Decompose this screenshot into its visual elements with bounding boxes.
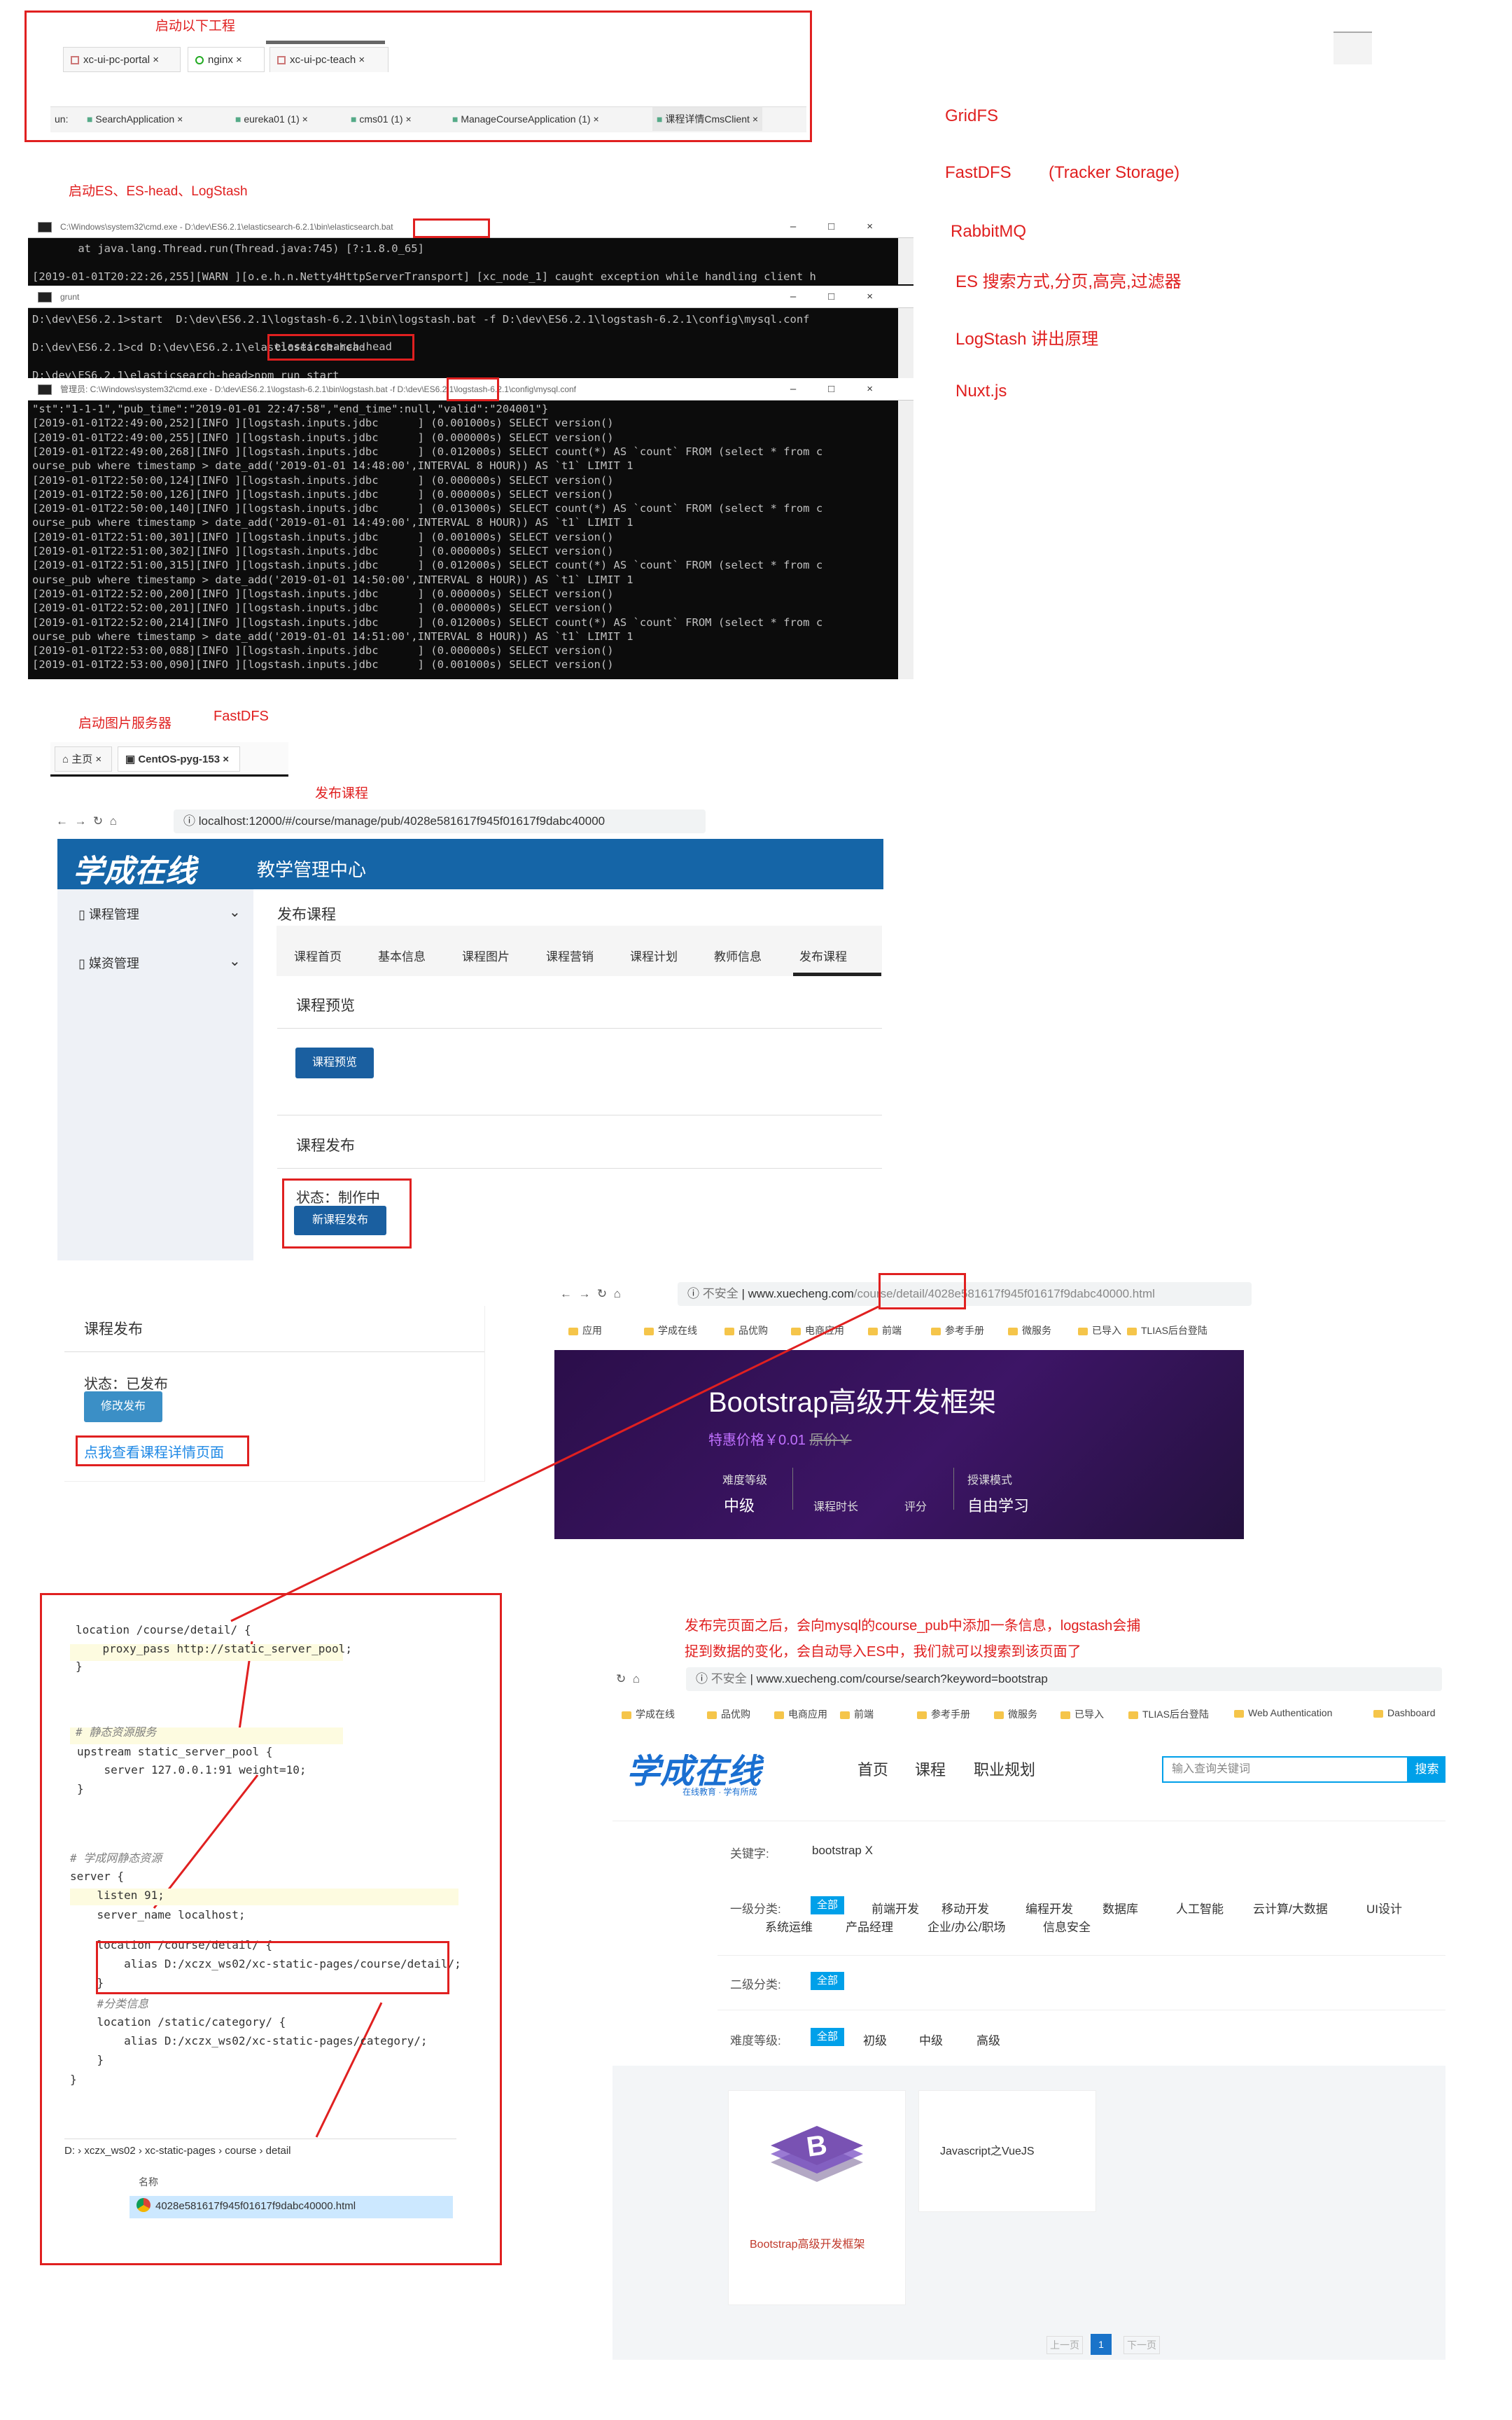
course-card-bootstrap[interactable]: B Bootstrap高级开发框架 bbox=[728, 2090, 906, 2305]
explorer-file-name: 4028e581617f945f01617f9dabc40000.html bbox=[155, 2200, 356, 2212]
cat1-label: 一级分类: bbox=[730, 1903, 781, 1916]
bookmark-item[interactable]: Web Authentication bbox=[1234, 1707, 1332, 1718]
home-icon[interactable]: ⌂ bbox=[633, 1672, 640, 1685]
folder-icon bbox=[707, 1711, 717, 1719]
cat2-all-chip[interactable]: 全部 bbox=[811, 1972, 844, 1990]
level-junior[interactable]: 初级 bbox=[863, 2031, 887, 2048]
folder-icon bbox=[622, 1711, 631, 1719]
folder-icon bbox=[917, 1711, 927, 1719]
bookmark-item[interactable]: 品优购 bbox=[707, 1707, 750, 1721]
note-line-1: 发布完页面之后，会向mysql的course_pub中添加一条信息，logsta… bbox=[685, 1618, 1141, 1634]
nginx-config-box bbox=[40, 1593, 502, 2265]
code-line: } bbox=[76, 1660, 83, 1673]
site-logo-sub: 在线教育 · 学有所成 bbox=[682, 1787, 757, 1797]
level-middle[interactable]: 中级 bbox=[919, 2031, 943, 2048]
cat1-item[interactable]: 云计算/大数据 bbox=[1253, 1899, 1328, 1917]
bootstrap-logo-icon: B bbox=[771, 2126, 863, 2182]
code-line: } bbox=[70, 2073, 77, 2086]
cat1-item[interactable]: 移动开发 bbox=[941, 1899, 989, 1917]
cat1-item[interactable]: UI设计 bbox=[1366, 1899, 1402, 1917]
cat1-all-chip[interactable]: 全部 bbox=[811, 1896, 844, 1914]
search-input[interactable]: 输入查询关键词 bbox=[1162, 1756, 1408, 1783]
bookmark-item[interactable]: Dashboard bbox=[1373, 1707, 1436, 1718]
nav-home[interactable]: 首页 bbox=[858, 1758, 888, 1780]
bookmark-item[interactable]: 电商应用 bbox=[774, 1707, 827, 1721]
bookmark-item[interactable]: 微服务 bbox=[994, 1707, 1037, 1721]
level-senior[interactable]: 高级 bbox=[976, 2031, 1000, 2048]
code-line: alias D:/xczx_ws02/xc-static-pages/categ… bbox=[70, 2034, 428, 2047]
pager-next[interactable]: 下一页 bbox=[1124, 2336, 1160, 2354]
reload-icon[interactable]: ↻ bbox=[616, 1672, 626, 1685]
note-line-2: 捉到数据的变化，会自动导入ES中，我们就可以搜索到该页面了 bbox=[685, 1644, 1082, 1660]
explorer-breadcrumb: D: › xczx_ws02 › xc-static-pages › cours… bbox=[64, 2145, 291, 2157]
cat1-item[interactable]: 系统运维 bbox=[765, 1917, 813, 1935]
keyword-label: 关键字: bbox=[730, 1847, 769, 1861]
folder-icon bbox=[1373, 1709, 1383, 1718]
code-line: location /static/category/ { bbox=[70, 2015, 286, 2029]
explorer-col-name[interactable]: 名称 bbox=[139, 2175, 158, 2189]
static-location-highlight bbox=[96, 1941, 449, 1994]
folder-icon bbox=[994, 1711, 1004, 1719]
code-line: location /course/detail/ { bbox=[76, 1623, 251, 1636]
cat1-item[interactable]: 人工智能 bbox=[1176, 1899, 1224, 1917]
folder-icon bbox=[840, 1711, 850, 1719]
pager-prev[interactable]: 上一页 bbox=[1046, 2336, 1083, 2354]
search-button[interactable]: 搜索 bbox=[1408, 1756, 1446, 1783]
cat1-item[interactable]: 数据库 bbox=[1102, 1899, 1138, 1917]
bookmark-item[interactable]: 前端 bbox=[840, 1707, 874, 1721]
info-icon: ⓘ bbox=[696, 1672, 711, 1685]
search-header: 学成在线 在线教育 · 学有所成 首页 课程 职业规划 输入查询关键词 搜索 bbox=[612, 1730, 1446, 1821]
bookmark-item[interactable]: 参考手册 bbox=[917, 1707, 970, 1721]
folder-icon bbox=[774, 1711, 784, 1719]
cat1-item[interactable]: 前端开发 bbox=[872, 1899, 919, 1917]
browser-nav: ↻ ⌂ bbox=[616, 1667, 640, 1692]
cat1-item[interactable]: 企业/办公/职场 bbox=[927, 1917, 1005, 1935]
keyword-value[interactable]: bootstrap X bbox=[812, 1844, 873, 1858]
code-line: #分类信息 bbox=[70, 1997, 149, 2010]
folder-icon bbox=[1060, 1711, 1070, 1719]
cat1-item[interactable]: 产品经理 bbox=[846, 1917, 893, 1935]
divider bbox=[718, 1955, 1446, 1956]
address-bar[interactable]: ⓘ 不安全 | www.xuecheng.com/course/search?k… bbox=[686, 1667, 1442, 1691]
bookmark-item[interactable]: TLIAS后台登陆 bbox=[1128, 1707, 1209, 1721]
code-line: # 学成网静态资源 bbox=[70, 1851, 162, 1865]
folder-icon bbox=[1234, 1709, 1244, 1718]
cat2-label: 二级分类: bbox=[730, 1978, 781, 1991]
code-line: proxy_pass http://static_server_pool; bbox=[76, 1642, 352, 1655]
code-line: } bbox=[77, 1782, 84, 1795]
svg-text:B: B bbox=[804, 2129, 829, 2163]
bookmark-item[interactable]: 学成在线 bbox=[622, 1707, 675, 1721]
course-card-vuejs[interactable]: Javascript之VueJS bbox=[918, 2090, 1096, 2212]
bookmark-item[interactable]: 已导入 bbox=[1060, 1707, 1104, 1721]
code-line: } bbox=[70, 2053, 104, 2066]
code-line: listen 91; bbox=[70, 1889, 164, 1902]
level-label: 难度等级: bbox=[730, 2034, 781, 2047]
code-line: upstream static_server_pool { bbox=[77, 1745, 273, 1758]
level-all-chip[interactable]: 全部 bbox=[811, 2028, 844, 2046]
course-title[interactable]: Javascript之VueJS bbox=[940, 2141, 1035, 2158]
course-title[interactable]: Bootstrap高级开发框架 bbox=[750, 2234, 865, 2251]
folder-icon bbox=[1128, 1711, 1138, 1719]
cat1-item[interactable]: 编程开发 bbox=[1026, 1899, 1073, 1917]
chrome-icon bbox=[136, 2198, 150, 2212]
code-line: server 127.0.0.1:91 weight=10; bbox=[77, 1763, 307, 1776]
cat1-item[interactable]: 信息安全 bbox=[1043, 1917, 1091, 1935]
nav-course[interactable]: 课程 bbox=[915, 1758, 946, 1780]
code-line: server_name localhost; bbox=[70, 1908, 246, 1921]
code-line: # 静态资源服务 bbox=[76, 1725, 157, 1739]
pager-current[interactable]: 1 bbox=[1091, 2334, 1112, 2355]
code-line: server { bbox=[70, 1870, 125, 1883]
nav-career[interactable]: 职业规划 bbox=[974, 1758, 1035, 1780]
